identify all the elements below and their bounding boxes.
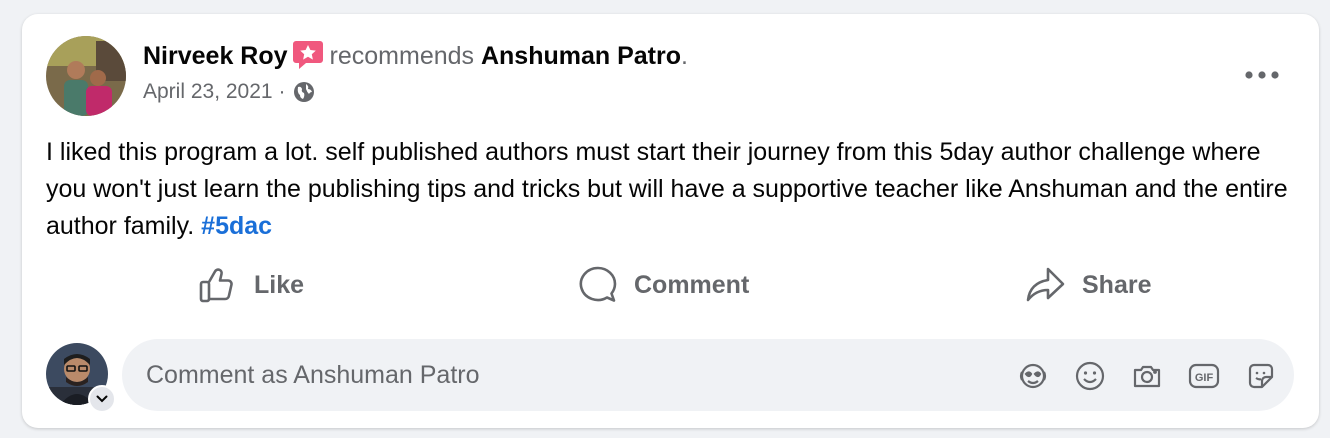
chevron-down-icon[interactable] bbox=[88, 385, 116, 413]
hashtag-link[interactable]: #5dac bbox=[201, 212, 272, 240]
comment-label: Comment bbox=[634, 270, 750, 299]
author-avatar[interactable] bbox=[46, 36, 126, 116]
header-period: . bbox=[681, 42, 688, 70]
globe-icon bbox=[294, 82, 315, 102]
camera-icon[interactable] bbox=[1130, 359, 1164, 393]
post-header: Nirveek Roy recommends Anshuman Patro. bbox=[143, 38, 688, 71]
post-card: Nirveek Roy recommends Anshuman Patro. Ap… bbox=[22, 14, 1319, 428]
avatar-sticker-icon[interactable] bbox=[1016, 359, 1050, 393]
action-bar: Like Comment Share bbox=[22, 262, 1319, 308]
recommend-badge-icon bbox=[292, 38, 324, 70]
post-date[interactable]: April 23, 2021 bbox=[143, 80, 273, 104]
comment-tools: GIF bbox=[993, 359, 1278, 393]
post-meta: April 23, 2021 · bbox=[143, 80, 315, 104]
share-button[interactable]: Share bbox=[1024, 262, 1151, 308]
current-user-avatar[interactable] bbox=[46, 343, 116, 413]
more-horizontal-icon bbox=[1245, 71, 1279, 79]
meta-separator: · bbox=[278, 80, 286, 103]
comment-button[interactable]: Comment bbox=[578, 262, 749, 308]
sticker-icon[interactable] bbox=[1244, 359, 1278, 393]
gif-icon[interactable]: GIF bbox=[1187, 359, 1221, 393]
like-button[interactable]: Like bbox=[198, 262, 304, 308]
recommends-text: recommends bbox=[329, 42, 475, 70]
more-options-button[interactable] bbox=[1239, 60, 1285, 90]
post-body: I liked this program a lot. self publish… bbox=[46, 134, 1306, 245]
like-label: Like bbox=[254, 270, 305, 299]
comment-bubble-icon bbox=[579, 266, 617, 302]
share-label: Share bbox=[1082, 270, 1152, 299]
recommended-page-name[interactable]: Anshuman Patro bbox=[481, 42, 681, 70]
thumbs-up-icon bbox=[199, 268, 233, 303]
emoji-icon[interactable] bbox=[1073, 359, 1107, 393]
svg-text:GIF: GIF bbox=[1195, 372, 1214, 384]
author-name[interactable]: Nirveek Roy bbox=[143, 42, 288, 70]
share-arrow-icon bbox=[1026, 267, 1065, 302]
comment-placeholder: Comment as Anshuman Patro bbox=[146, 361, 480, 389]
comment-input[interactable]: Comment as Anshuman Patro GIF bbox=[122, 339, 1294, 411]
